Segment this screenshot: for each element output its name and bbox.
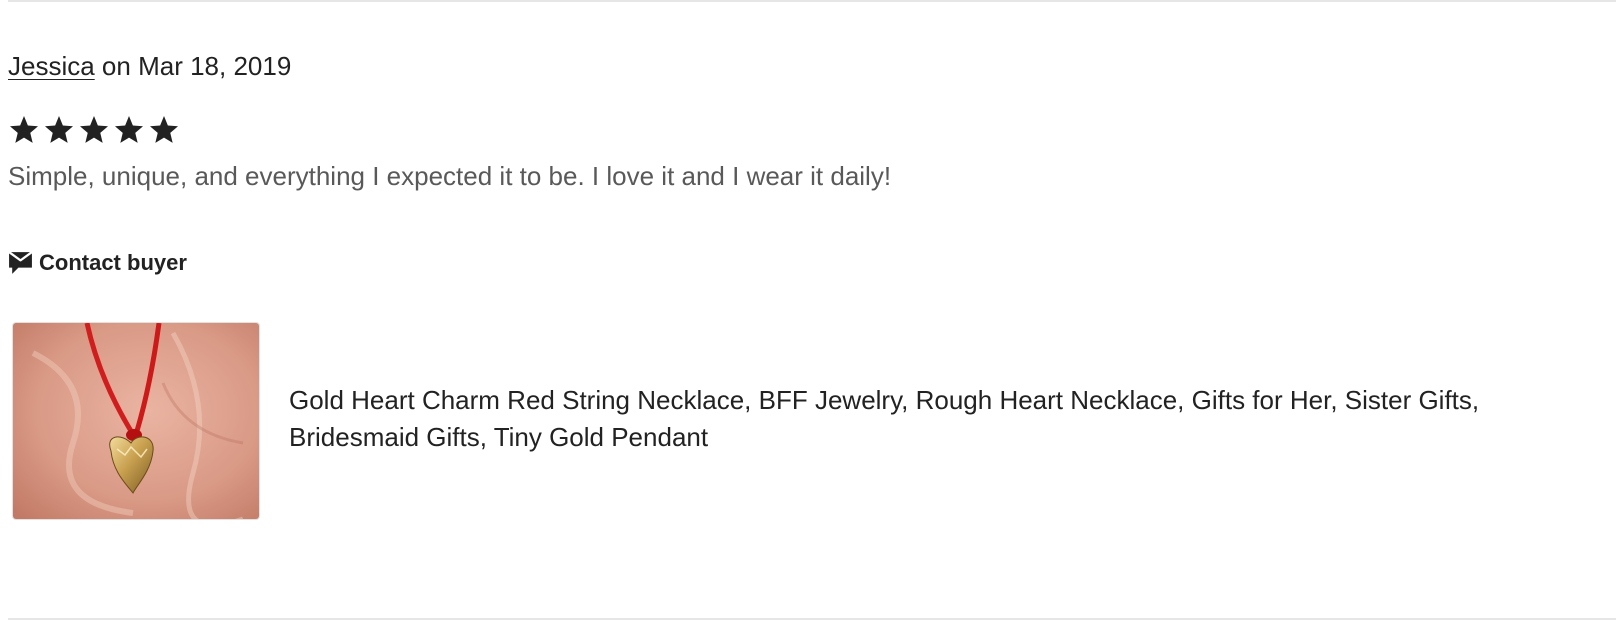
contact-buyer-button[interactable]: Contact buyer (8, 246, 187, 280)
review-text: Simple, unique, and everything I expecte… (8, 161, 892, 191)
top-divider (8, 0, 1616, 2)
listing-thumbnail[interactable] (12, 322, 260, 520)
review-date: on Mar 18, 2019 (94, 51, 292, 81)
listing-title[interactable]: Gold Heart Charm Red String Necklace, BF… (289, 382, 1549, 456)
star-icon (150, 116, 178, 143)
star-icon (10, 116, 38, 143)
star-icon (45, 116, 73, 143)
bottom-divider (8, 618, 1616, 620)
message-icon (8, 250, 33, 274)
listing-image (13, 323, 259, 519)
star-icon (80, 116, 108, 143)
purchased-listing[interactable]: Gold Heart Charm Red String Necklace, BF… (12, 322, 1572, 520)
review-meta: Jessica on Mar 18, 2019 (8, 48, 291, 84)
star-icon (115, 116, 143, 143)
star-rating (8, 113, 180, 151)
reviewer-name-link[interactable]: Jessica (8, 51, 95, 81)
contact-buyer-label: Contact buyer (39, 250, 187, 275)
